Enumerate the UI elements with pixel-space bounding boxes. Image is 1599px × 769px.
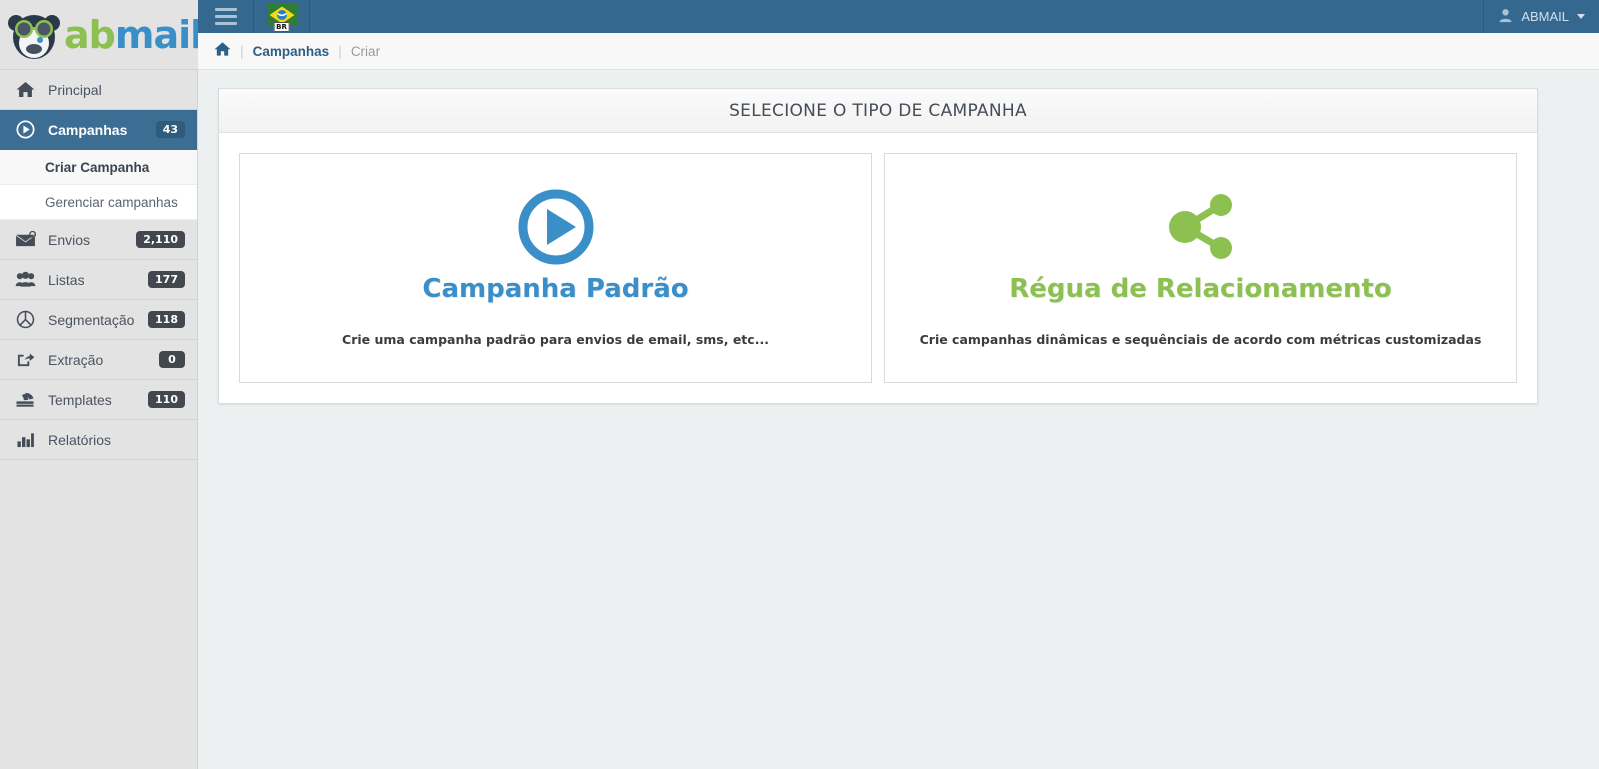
sidebar-item-listas[interactable]: Listas 177 <box>0 260 197 300</box>
sidebar-badge: 110 <box>148 391 185 408</box>
campaign-type-card-regua[interactable]: Régua de Relacionamento Crie campanhas d… <box>884 153 1517 383</box>
sidebar-toggle-button[interactable] <box>198 0 254 33</box>
layers-icon <box>14 391 36 408</box>
crosshair-icon <box>14 310 36 329</box>
share-square-icon <box>14 351 36 368</box>
sidebar-badge: 43 <box>155 121 185 138</box>
brand-name-first: ab <box>64 12 116 57</box>
panel-header: SELECIONE O TIPO DE CAMPANHA <box>219 89 1537 133</box>
sidebar-item-relatorios[interactable]: Relatórios <box>0 420 197 460</box>
sidebar-item-segmentacao[interactable]: Segmentação 118 <box>0 300 197 340</box>
users-icon <box>14 271 36 288</box>
app-root: abmail BR ABMAIL | Campanhas | Criar Pri… <box>0 0 1599 769</box>
home-icon[interactable] <box>214 41 231 62</box>
breadcrumb-item-campanhas[interactable]: Campanhas <box>253 44 330 59</box>
sidebar-item-principal[interactable]: Principal <box>0 70 197 110</box>
panel-body: Campanha Padrão Crie uma campanha padrão… <box>219 133 1537 403</box>
user-menu-label: ABMAIL <box>1521 9 1569 24</box>
breadcrumb-separator: | <box>338 43 342 59</box>
user-icon <box>1498 8 1513 26</box>
sidebar-item-label: Segmentação <box>48 311 135 328</box>
hamburger-icon-bar <box>214 15 237 18</box>
breadcrumb-item-criar: Criar <box>350 43 381 59</box>
sidebar-item-label: Principal <box>48 81 102 98</box>
campaign-type-description: Crie campanhas dinâmicas e sequênciais d… <box>919 332 1482 347</box>
play-circle-icon <box>518 189 594 265</box>
breadcrumb-separator: | <box>240 43 244 59</box>
sidebar-subitem-criar-campanha[interactable]: Criar Campanha <box>0 150 197 185</box>
brand-logo[interactable]: abmail <box>0 0 203 70</box>
sidebar-subitem-label: Criar Campanha <box>45 159 150 175</box>
sidebar-item-label: Listas <box>48 271 85 288</box>
play-circle-icon <box>14 120 36 139</box>
sidebar-item-campanhas[interactable]: Campanhas 43 <box>0 110 197 150</box>
top-navbar: BR ABMAIL <box>198 0 1599 33</box>
campaign-type-title: Campanha Padrão <box>422 274 689 304</box>
bar-chart-icon <box>14 431 36 448</box>
campaign-type-panel: SELECIONE O TIPO DE CAMPANHA Campanha Pa… <box>218 88 1538 404</box>
sidebar-item-extracao[interactable]: Extração 0 <box>0 340 197 380</box>
sidebar-item-label: Relatórios <box>48 431 112 448</box>
brand-name-second: mail <box>114 12 203 57</box>
sidebar-badge: 118 <box>148 311 185 328</box>
sidebar-badge: 0 <box>159 351 185 368</box>
breadcrumb: | Campanhas | Criar <box>198 33 1599 70</box>
sidebar-badge: 2,110 <box>136 231 185 248</box>
brand-wordmark: abmail <box>64 12 203 57</box>
main-content: SELECIONE O TIPO DE CAMPANHA Campanha Pa… <box>198 70 1599 769</box>
hamburger-icon-bar <box>214 8 237 11</box>
sidebar: Principal Campanhas 43 Criar Campanha Ge… <box>0 70 198 769</box>
panda-glasses-logo-icon <box>6 7 62 63</box>
campaign-type-description: Crie uma campanha padrão para envios de … <box>342 332 769 347</box>
envelope-icon <box>14 231 36 248</box>
share-nodes-icon <box>1161 194 1241 260</box>
language-code-label: BR <box>273 21 290 32</box>
sidebar-item-templates[interactable]: Templates 110 <box>0 380 197 420</box>
sidebar-item-label: Envios <box>48 231 91 248</box>
sidebar-item-envios[interactable]: Envios 2,110 <box>0 220 197 260</box>
home-icon <box>14 81 36 98</box>
campaign-type-card-padrao[interactable]: Campanha Padrão Crie uma campanha padrão… <box>239 153 872 383</box>
brazil-flag-icon: BR <box>266 3 297 32</box>
language-selector-button[interactable]: BR <box>254 0 310 33</box>
hamburger-icon-bar <box>214 22 237 25</box>
sidebar-item-label: Campanhas <box>48 121 128 138</box>
page-title: SELECIONE O TIPO DE CAMPANHA <box>729 100 1027 121</box>
sidebar-subitem-gerenciar-campanhas[interactable]: Gerenciar campanhas <box>0 185 197 220</box>
sidebar-item-label: Templates <box>48 391 112 408</box>
campaign-type-title: Régua de Relacionamento <box>1009 274 1392 304</box>
caret-down-icon <box>1577 14 1585 19</box>
user-menu-button[interactable]: ABMAIL <box>1483 0 1599 33</box>
sidebar-item-label: Extração <box>48 351 104 368</box>
sidebar-badge: 177 <box>148 271 185 288</box>
sidebar-subitem-label: Gerenciar campanhas <box>45 194 178 210</box>
